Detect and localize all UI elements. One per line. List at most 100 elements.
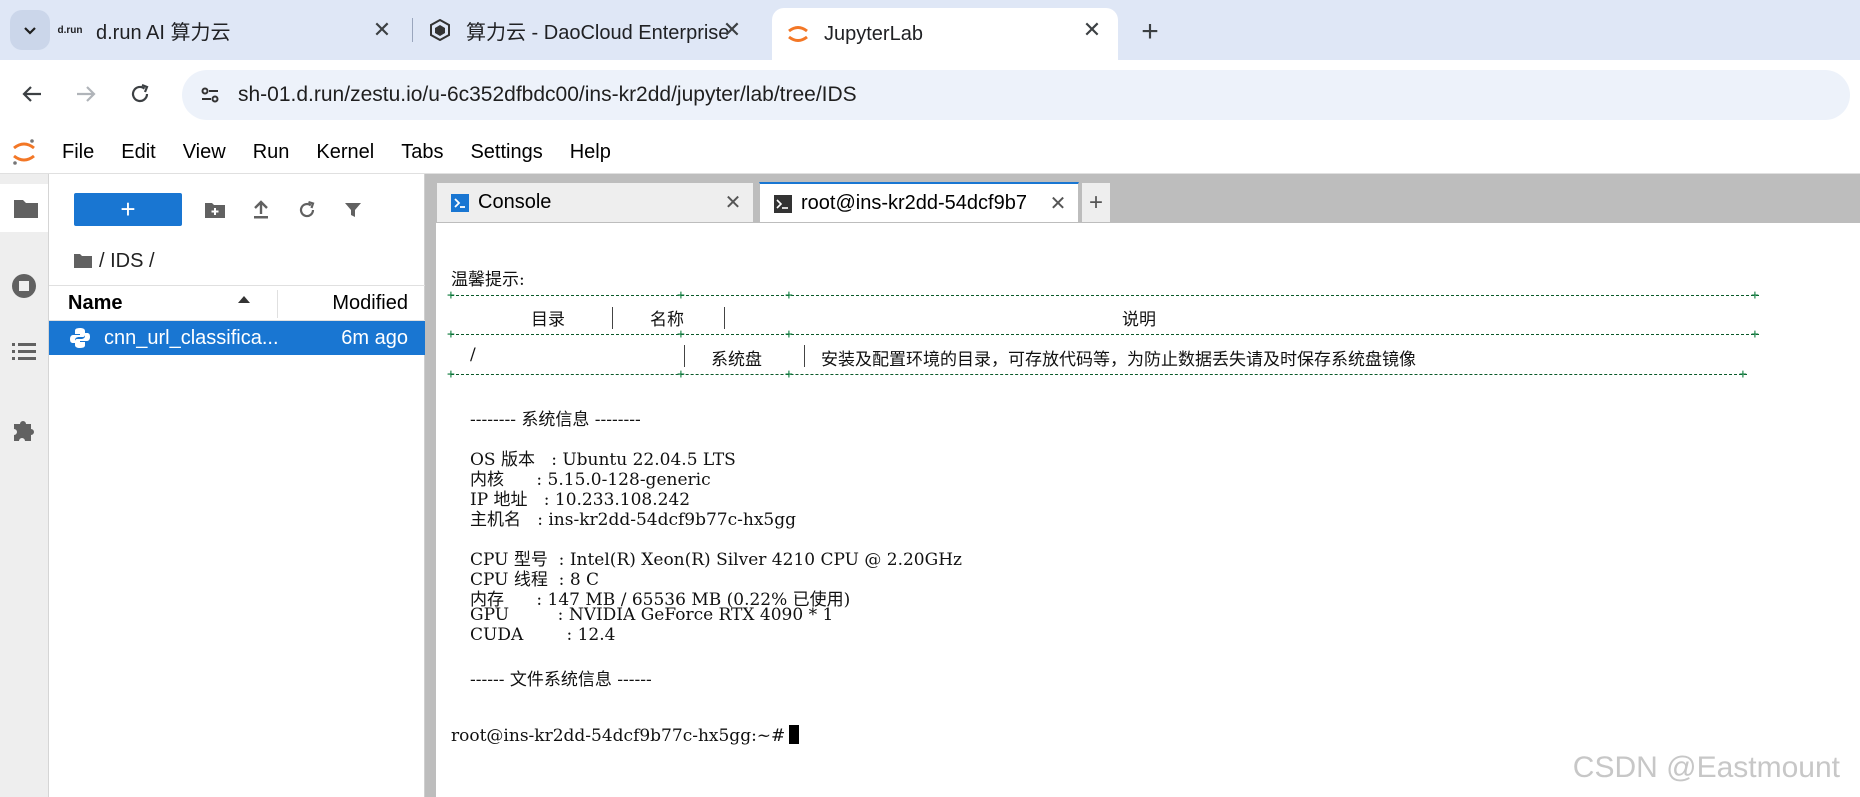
puzzle-piece-icon [14,421,34,441]
chevron-down-icon [24,27,36,35]
tab-terminal[interactable]: root@ins-kr2dd-54dcf9b7 ✕ [759,182,1079,223]
back-button[interactable] [14,76,50,112]
file-list-item[interactable]: cnn_url_classifica... 6m ago [49,321,425,355]
new-tab-button[interactable]: + [1132,14,1168,50]
close-icon[interactable]: ✕ [1080,17,1104,42]
upload-icon [254,200,268,219]
browser-tab-title: JupyterLab [824,22,923,45]
arrow-left-icon [22,86,41,102]
reload-icon [131,83,149,103]
sysinfo-header: -------- 系统信息 -------- [470,410,641,430]
menu-view[interactable]: View [169,130,239,174]
table-cell-dir: / [470,345,476,365]
browser-tab-daocloud[interactable]: 算力云 - DaoCloud Enterprise ✕ [428,8,758,52]
menu-settings[interactable]: Settings [456,130,555,174]
breadcrumb: / IDS / [73,246,155,276]
terminal-icon [773,194,793,214]
file-modified-time: 6m ago [341,327,408,349]
stop-circle-icon [12,274,36,298]
table-border-bottom: + + + + [447,367,1747,382]
close-icon[interactable]: ✕ [370,17,394,42]
column-divider [277,290,278,318]
column-name-header[interactable]: Name [68,292,122,315]
breadcrumb-path[interactable]: / IDS / [99,250,155,273]
filter-icon [345,203,361,217]
file-browser-panel: + / IDS / Name Modified cnn_url_classifi… [49,174,425,797]
browser-tab-drun[interactable]: d.run d.run AI 算力云 ✕ [58,8,408,52]
extension-manager-tab[interactable] [0,406,48,454]
refresh-button[interactable] [289,192,325,228]
jupyter-logo-icon [786,22,810,46]
daocloud-logo-icon [428,18,452,42]
table-border-mid: + + + + [447,327,1759,342]
table-border-top: + + + + [447,288,1759,303]
file-list-header: Name Modified [49,285,425,321]
close-icon[interactable]: ✕ [723,192,743,214]
browser-tab-jupyterlab[interactable]: JupyterLab ✕ [772,8,1118,60]
menu-help[interactable]: Help [556,130,624,174]
table-divider [804,345,805,367]
add-tab-button[interactable]: + [1081,182,1111,222]
drun-logo-icon: d.run [57,24,83,36]
new-launcher-button[interactable]: + [74,193,182,226]
upload-button[interactable] [243,192,279,228]
left-activity-bar [0,174,49,797]
browser-tab-title: 算力云 - DaoCloud Enterprise [466,21,730,44]
new-folder-button[interactable] [197,192,233,228]
prompt-text: root@ins-kr2dd-54dcf9b77c-hx5gg:~# [451,726,786,746]
menu-edit[interactable]: Edit [107,130,168,174]
close-icon[interactable]: ✕ [1048,193,1068,215]
reload-button[interactable] [122,76,158,112]
refresh-icon [299,200,315,218]
jupyter-logo-icon [0,130,48,174]
sysinfo-line: 主机名 : ins-kr2dd-54dcf9b77c-hx5gg [470,510,796,530]
arrow-right-icon [77,86,96,102]
hwinfo-line: CUDA : 12.4 [470,625,616,645]
menu-file[interactable]: File [48,130,107,174]
panel-splitter[interactable] [425,174,436,797]
browser-tabstrip: d.run d.run AI 算力云 ✕ 算力云 - DaoCloud Ente… [0,0,1860,60]
close-icon[interactable]: ✕ [720,17,744,42]
tab-divider [412,18,413,42]
console-icon [450,193,470,213]
python-file-icon [70,328,90,348]
menu-tabs[interactable]: Tabs [387,130,456,174]
browser-toolbar: sh-01.d.run/zestu.io/u-6c352dfbdc00/ins-… [0,60,1860,190]
list-icon [12,343,36,360]
file-browser-tab[interactable] [0,184,48,232]
url-text[interactable]: sh-01.d.run/zestu.io/u-6c352dfbdc00/ins-… [238,83,857,107]
file-name: cnn_url_classifica... [104,327,279,349]
tab-console[interactable]: Console ✕ [436,182,754,222]
browser-tab-title: d.run AI 算力云 [96,21,231,44]
jupyter-menubar: File Edit View Run Kernel Tabs Settings … [0,130,1860,174]
table-header-desc: 说明 [1122,310,1156,330]
menu-kernel[interactable]: Kernel [302,130,387,174]
filter-button[interactable] [335,192,371,228]
terminal-output[interactable]: 温馨提示: + + + + 目录 名称 说明 + + + + / 系统盘 安装及配置环境的目… [436,222,1860,797]
main-dock-tabbar: Console ✕ root@ins-kr2dd-54dcf9b7 ✕ + [436,174,1860,223]
hwinfo-line: GPU : NVIDIA GeForce RTX 4090 * 1 [470,605,834,625]
table-divider [684,345,685,367]
folder-icon [13,200,38,218]
sort-ascending-icon[interactable] [237,294,251,304]
tab-label: root@ins-kr2dd-54dcf9b7 [801,192,1027,214]
forward-button[interactable] [68,76,104,112]
watermark: CSDN @Eastmount [1572,751,1840,784]
table-divider [612,307,613,329]
table-divider [724,307,725,329]
tab-search-button[interactable] [10,10,50,50]
table-of-contents-tab[interactable] [0,328,48,376]
column-modified-header[interactable]: Modified [332,292,408,315]
text-cursor [789,725,800,744]
site-settings-icon[interactable] [192,77,228,113]
tab-label: Console [478,191,552,213]
shell-prompt[interactable]: root@ins-kr2dd-54dcf9b77c-hx5gg:~# [451,725,800,746]
folder-icon[interactable] [73,253,93,269]
new-folder-icon [205,203,225,218]
address-bar[interactable]: sh-01.d.run/zestu.io/u-6c352dfbdc00/ins-… [182,70,1850,120]
table-cell-desc: 安装及配置环境的目录，可存放代码等，为防止数据丢失请及时保存系统盘镜像 [821,350,1416,370]
menu-run[interactable]: Run [239,130,303,174]
running-sessions-tab[interactable] [0,262,48,310]
table-header-dir: 目录 [531,310,565,330]
table-cell-name: 系统盘 [711,350,762,370]
